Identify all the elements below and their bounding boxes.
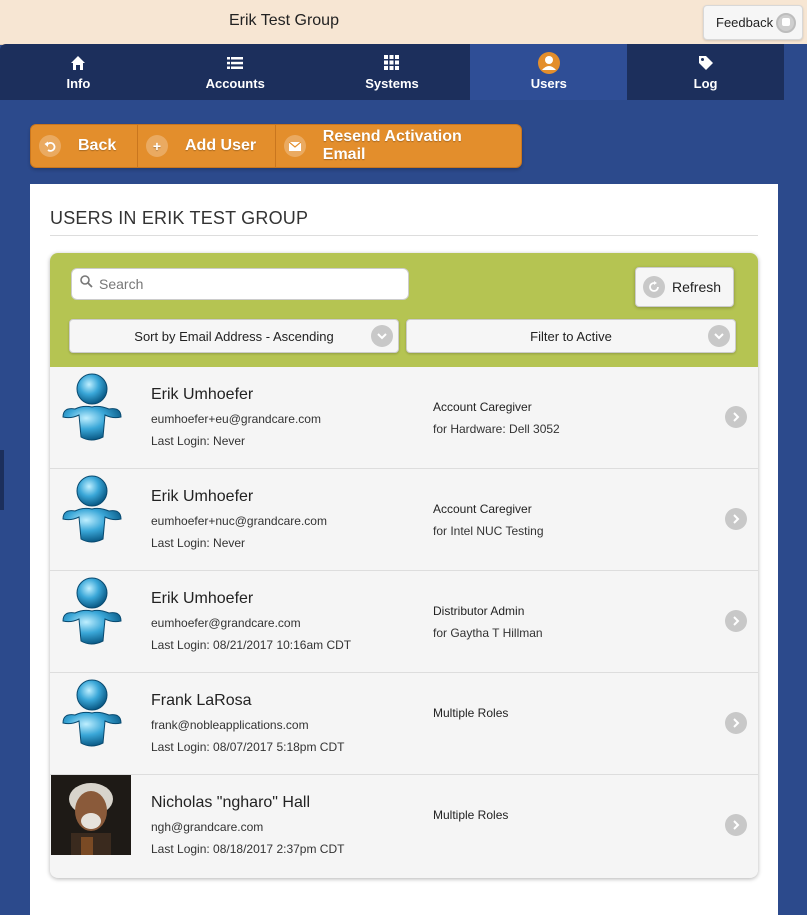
filter-label: Filter to Active xyxy=(530,328,612,344)
user-role-detail: for Intel NUC Testing xyxy=(433,524,544,538)
feedback-label: Feedback xyxy=(716,15,774,30)
user-email: eumhoefer@grandcare.com xyxy=(151,616,301,630)
tab-accounts[interactable]: Accounts xyxy=(157,44,314,100)
user-name: Frank LaRosa xyxy=(151,692,252,709)
user-row[interactable]: Nicholas "ngharo" Hall ngh@grandcare.com… xyxy=(50,775,758,877)
photo-avatar xyxy=(51,775,131,855)
search-icon xyxy=(80,275,93,293)
add-user-button[interactable]: + Add User xyxy=(138,125,276,167)
action-toolbar: Back + Add User Resend Activation Email xyxy=(30,124,522,168)
chevron-down-icon xyxy=(708,325,730,347)
filter-bar: Refresh Sort by Email Address - Ascendin… xyxy=(50,253,758,367)
refresh-icon xyxy=(643,276,665,298)
chevron-down-icon xyxy=(371,325,393,347)
user-row[interactable]: Erik Umhoefer eumhoefer+nuc@grandcare.co… xyxy=(50,469,758,571)
resend-label: Resend Activation Email xyxy=(322,128,462,163)
user-row[interactable]: Erik Umhoefer eumhoefer+eu@grandcare.com… xyxy=(50,367,758,469)
user-role: Account Caregiver xyxy=(433,400,532,414)
user-email: ngh@grandcare.com xyxy=(151,820,264,834)
tab-accounts-label: Accounts xyxy=(205,75,265,91)
sort-label: Sort by Email Address - Ascending xyxy=(134,328,334,344)
user-name: Erik Umhoefer xyxy=(151,488,254,505)
plus-icon: + xyxy=(146,135,168,157)
feedback-button[interactable]: Feedback xyxy=(703,5,803,40)
user-role: Distributor Admin xyxy=(433,604,525,618)
user-last-login: Last Login: Never xyxy=(151,536,246,550)
nav-spacer xyxy=(784,44,807,100)
tab-users[interactable]: Users xyxy=(470,44,628,100)
group-title: Erik Test Group xyxy=(229,12,339,29)
user-last-login: Last Login: 08/07/2017 5:18pm CDT xyxy=(151,740,345,754)
refresh-label: Refresh xyxy=(672,279,722,295)
default-avatar-icon xyxy=(51,469,131,549)
default-avatar-icon xyxy=(51,673,131,753)
user-name: Erik Umhoefer xyxy=(151,386,254,403)
tab-log[interactable]: Log xyxy=(627,44,784,100)
search-field[interactable] xyxy=(71,268,409,300)
tab-info[interactable]: Info xyxy=(0,44,157,100)
user-name: Erik Umhoefer xyxy=(151,590,254,607)
main-nav: Info Accounts Systems Users Log xyxy=(0,44,784,100)
tab-users-label: Users xyxy=(530,75,567,91)
tab-systems-label: Systems xyxy=(365,75,419,91)
user-role: Account Caregiver xyxy=(433,502,532,516)
user-email: eumhoefer+nuc@grandcare.com xyxy=(151,514,327,528)
user-email: frank@nobleapplications.com xyxy=(151,718,309,732)
users-list-card: Refresh Sort by Email Address - Ascendin… xyxy=(50,253,758,878)
user-last-login: Last Login: 08/18/2017 2:37pm CDT xyxy=(151,842,345,856)
tab-log-label: Log xyxy=(693,75,718,91)
chevron-right-icon[interactable] xyxy=(725,406,747,428)
default-avatar-icon xyxy=(51,367,131,447)
search-input[interactable] xyxy=(99,276,389,292)
user-name: Nicholas "ngharo" Hall xyxy=(151,794,310,811)
user-row[interactable]: Frank LaRosa frank@nobleapplications.com… xyxy=(50,673,758,775)
user-role-detail: for Gaytha T Hillman xyxy=(433,626,543,640)
tab-systems[interactable]: Systems xyxy=(314,44,471,100)
users-panel: USERS IN ERIK TEST GROUP Refresh Sort by… xyxy=(30,184,778,915)
refresh-button[interactable]: Refresh xyxy=(635,267,734,307)
tag-icon xyxy=(698,54,714,72)
list-icon xyxy=(227,54,244,72)
side-drawer-handle[interactable] xyxy=(0,450,4,510)
back-button[interactable]: Back xyxy=(31,125,138,167)
grid-icon xyxy=(384,54,400,72)
user-row[interactable]: Erik Umhoefer eumhoefer@grandcare.com La… xyxy=(50,571,758,673)
user-role: Multiple Roles xyxy=(433,706,509,720)
resend-activation-button[interactable]: Resend Activation Email xyxy=(276,125,521,167)
user-role: Multiple Roles xyxy=(433,808,509,822)
user-icon xyxy=(537,51,560,74)
user-role-detail: for Hardware: Dell 3052 xyxy=(433,422,560,436)
envelope-icon xyxy=(284,135,306,157)
user-last-login: Last Login: Never xyxy=(151,434,246,448)
add-user-label: Add User xyxy=(185,137,257,154)
filter-select[interactable]: Filter to Active xyxy=(406,319,736,353)
top-header: Erik Test Group Feedback xyxy=(0,0,807,45)
default-avatar-icon xyxy=(51,571,131,651)
sort-select[interactable]: Sort by Email Address - Ascending xyxy=(69,319,399,353)
home-icon xyxy=(70,54,86,72)
chevron-right-icon[interactable] xyxy=(725,508,747,530)
user-email: eumhoefer+eu@grandcare.com xyxy=(151,412,321,426)
chevron-right-icon[interactable] xyxy=(725,610,747,632)
back-label: Back xyxy=(78,137,117,154)
chevron-right-icon[interactable] xyxy=(725,712,747,734)
chevron-right-icon[interactable] xyxy=(725,814,747,836)
tab-info-label: Info xyxy=(66,75,91,91)
panel-title: USERS IN ERIK TEST GROUP xyxy=(50,208,309,228)
chat-bubble-icon xyxy=(776,13,796,33)
user-last-login: Last Login: 08/21/2017 10:16am CDT xyxy=(151,638,352,652)
back-arrow-icon xyxy=(39,135,61,157)
title-divider xyxy=(50,235,758,236)
